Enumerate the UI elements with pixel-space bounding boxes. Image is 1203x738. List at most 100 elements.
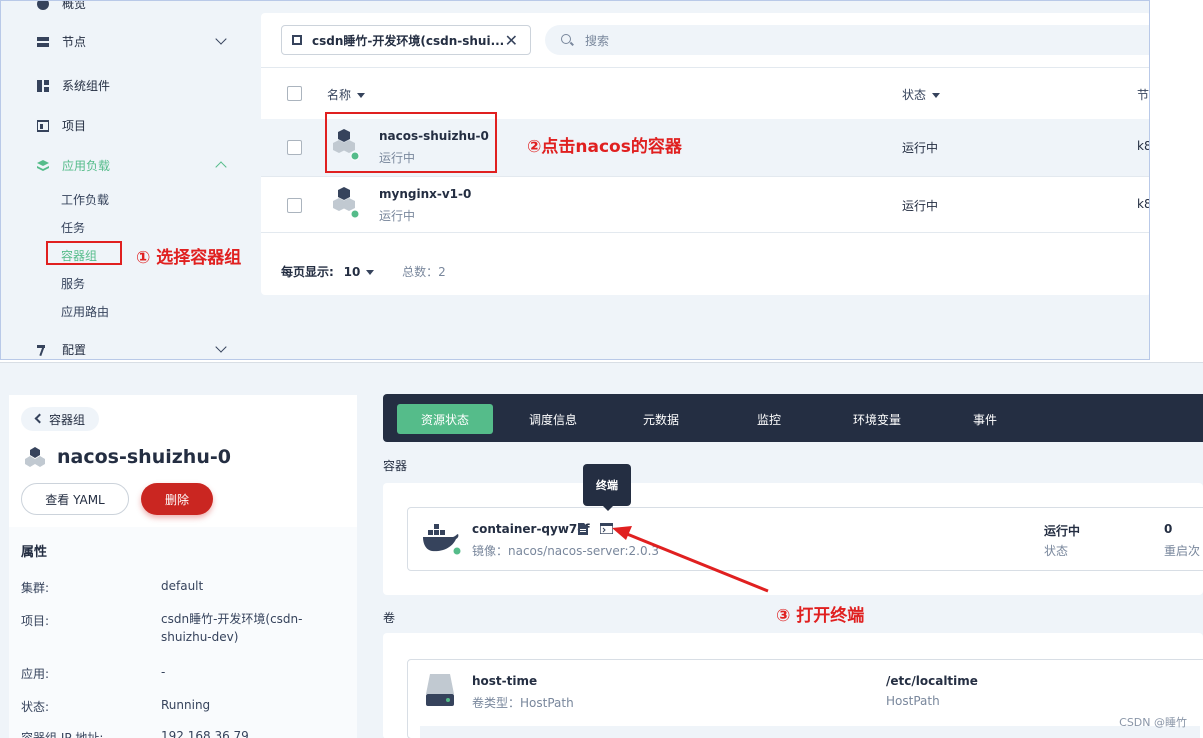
tab-resource-status[interactable]: 资源状态 — [397, 404, 493, 434]
bottom-screenshot-panel: 容器组 nacos-shuizhu-0 查看 YAML 删除 属性 集群: de… — [0, 362, 1203, 738]
disk-icon — [426, 674, 454, 711]
sidebar-item-label: 项目 — [62, 119, 87, 133]
container-name[interactable]: container-qyw7cf — [472, 522, 590, 536]
view-yaml-button[interactable]: 查看 YAML — [21, 483, 129, 515]
layers-icon — [37, 159, 49, 172]
container-item[interactable]: container-qyw7cf 镜像：nacos/nacos-server:2… — [407, 507, 1203, 571]
annotation-box-pod — [325, 112, 497, 173]
search-input[interactable]: 搜索 — [545, 25, 1149, 55]
delete-button[interactable]: 删除 — [141, 483, 213, 515]
sidebar-item-nodes[interactable]: 节点 — [37, 33, 227, 50]
sidebar-item-label: 节点 — [62, 35, 87, 49]
pod-status: 运行中 — [902, 199, 939, 213]
row-checkbox[interactable] — [287, 140, 302, 155]
prop-key: 容器组 IP 地址: — [21, 731, 104, 738]
sidebar-subitem-routes[interactable]: 应用路由 — [61, 303, 109, 320]
detail-tabs: 资源状态 调度信息 元数据 监控 环境变量 事件 — [383, 394, 1203, 442]
terminal-icon[interactable] — [599, 522, 614, 537]
prop-key: 状态: — [21, 700, 50, 714]
overview-icon — [37, 1, 49, 10]
pod-icon — [24, 447, 46, 470]
row-checkbox[interactable] — [287, 198, 302, 213]
chevron-left-icon — [34, 413, 45, 424]
containers-card: container-qyw7cf 镜像：nacos/nacos-server:2… — [383, 483, 1203, 595]
column-node: 节 — [1137, 88, 1150, 102]
sidebar-subitem-services[interactable]: 服务 — [61, 275, 85, 292]
mount-path: /etc/localtime — [886, 674, 978, 688]
pod-name[interactable]: mynginx-v1-0 — [379, 187, 471, 201]
column-name-label: 名称 — [327, 88, 352, 102]
file-icon[interactable] — [578, 523, 588, 538]
mount-type: HostPath — [886, 694, 940, 708]
container-status-label: 状态 — [1044, 544, 1069, 558]
total-count: 总数：2 — [402, 265, 446, 279]
sidebar-item-config[interactable]: 配置 — [37, 341, 227, 358]
docker-icon — [422, 524, 462, 559]
prop-key: 集群: — [21, 581, 50, 595]
sidebar-item-projects[interactable]: 项目 — [36, 117, 87, 134]
pod-node: k8 — [1137, 197, 1149, 211]
project-filter-label: csdn睡竹-开发环境(csdn-shui... — [312, 33, 505, 48]
prop-key: 应用: — [21, 667, 50, 681]
volume-type: 卷类型：HostPath — [472, 696, 574, 710]
project-icon — [36, 119, 50, 132]
search-icon — [561, 34, 571, 44]
per-page-label: 每页显示: — [281, 265, 334, 279]
project-filter-chip[interactable]: csdn睡竹-开发环境(csdn-shui... ✕ — [281, 25, 531, 55]
sidebar: 概览 节点 系统组件 项目 应用负载 工作负载 任务 容器组 服务 应用路由 配… — [1, 1, 251, 359]
annotation-step3: ③ 打开终端 — [776, 606, 865, 626]
per-page-value: 10 — [343, 265, 361, 279]
tab-scheduling[interactable]: 调度信息 — [513, 404, 593, 434]
tab-events[interactable]: 事件 — [945, 404, 1025, 434]
pagination: 每页显示: 10 总数：2 — [281, 263, 446, 280]
annotation-box-pods — [46, 241, 122, 265]
prop-value: - — [161, 665, 166, 679]
tab-metadata[interactable]: 元数据 — [621, 404, 701, 434]
pod-node: k8 — [1137, 139, 1149, 153]
page-title: nacos-shuizhu-0 — [57, 446, 231, 468]
prop-value: csdn睡竹-开发环境(csdn-shuizhu-dev) — [161, 612, 303, 644]
hammer-icon — [37, 344, 49, 356]
search-placeholder: 搜索 — [585, 33, 610, 48]
watermark: CSDN @睡竹 — [1119, 716, 1187, 729]
close-icon[interactable]: ✕ — [505, 31, 518, 50]
sidebar-item-overview[interactable]: 概览 — [37, 1, 86, 12]
table-row[interactable]: mynginx-v1-0 运行中 运行中 k8 — [261, 176, 1149, 233]
column-name[interactable]: 名称 — [327, 86, 366, 103]
volumes-card: host-time 卷类型：HostPath /etc/localtime Ho… — [383, 633, 1203, 738]
sidebar-item-label: 系统组件 — [62, 79, 111, 93]
column-status[interactable]: 状态 — [902, 86, 941, 103]
volumes-heading: 卷 — [383, 611, 396, 625]
tab-env[interactable]: 环境变量 — [837, 404, 917, 434]
prop-value: Running — [161, 698, 211, 712]
restart-count: 0 — [1164, 522, 1173, 536]
pod-status: 运行中 — [902, 141, 939, 155]
sidebar-item-system-components[interactable]: 系统组件 — [37, 77, 110, 94]
container-image: 镜像：nacos/nacos-server:2.0.3 — [472, 544, 660, 558]
per-page-select[interactable]: 10 — [344, 265, 375, 279]
restart-label: 重启次 — [1164, 544, 1201, 558]
chevron-down-icon — [215, 341, 227, 353]
sidebar-subitem-workloads[interactable]: 工作负载 — [61, 191, 109, 208]
back-label: 容器组 — [49, 412, 86, 427]
caret-down-icon — [357, 93, 366, 98]
sidebar-subitem-jobs[interactable]: 任务 — [61, 219, 85, 236]
sidebar-item-app-workloads[interactable]: 应用负载 — [37, 157, 227, 174]
sidebar-item-label: 配置 — [62, 343, 87, 357]
volume-item[interactable]: host-time 卷类型：HostPath /etc/localtime Ho… — [407, 659, 1203, 738]
terminal-tooltip: 终端 — [583, 464, 631, 511]
components-icon — [37, 79, 49, 92]
volume-mount-row — [420, 726, 1200, 738]
chevron-up-icon — [215, 161, 227, 173]
annotation-step1: ① 选择容器组 — [136, 248, 242, 268]
back-button[interactable]: 容器组 — [21, 407, 100, 431]
select-all-checkbox[interactable] — [287, 86, 302, 101]
prop-key: 项目: — [21, 614, 50, 628]
sidebar-item-label: 应用负载 — [62, 159, 111, 173]
project-icon — [292, 35, 302, 45]
server-icon — [37, 36, 49, 48]
containers-heading: 容器 — [383, 459, 408, 473]
properties-heading: 属性 — [21, 545, 48, 560]
prop-value: default — [161, 579, 204, 593]
tab-monitoring[interactable]: 监控 — [729, 404, 809, 434]
